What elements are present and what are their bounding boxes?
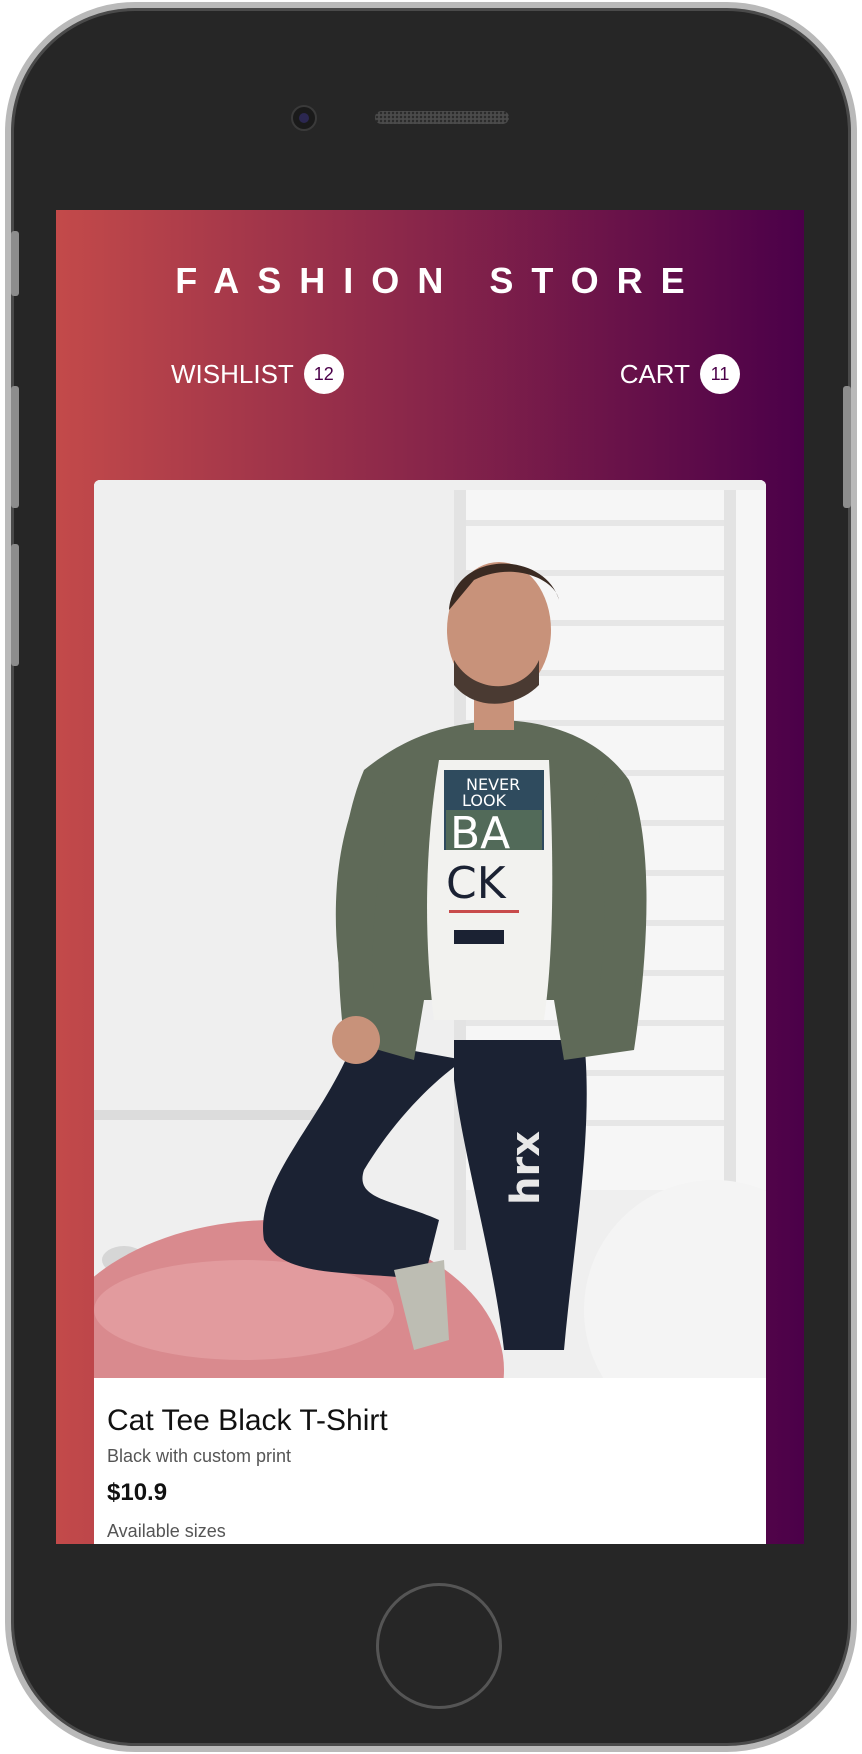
product-name: Cat Tee Black T-Shirt xyxy=(107,1404,388,1437)
store-title: FASHION STORE xyxy=(175,260,703,301)
power-button xyxy=(843,386,851,508)
wishlist-label: WISHLIST xyxy=(171,358,294,389)
wishlist-link[interactable]: WISHLIST 12 xyxy=(171,354,344,394)
shirt-print-line3: BA xyxy=(450,808,510,859)
cart-link[interactable]: CART 11 xyxy=(620,354,740,394)
cart-count-badge: 11 xyxy=(700,354,740,394)
home-button[interactable] xyxy=(376,1583,502,1709)
app-screen: FASHION STORE WISHLIST 12 CART 11 hrx NE… xyxy=(56,210,804,1544)
wishlist-count-badge: 12 xyxy=(303,354,344,394)
product-image[interactable]: hrx NEVER LOOK BA CK xyxy=(94,480,766,1378)
product-info: Cat Tee Black T-Shirt Black with custom … xyxy=(94,1378,766,1544)
volume-down-button xyxy=(11,544,19,666)
cart-label: CART xyxy=(619,358,690,389)
product-photo-icon: hrx NEVER LOOK BA CK xyxy=(94,480,766,1378)
sizes-label: Available sizes xyxy=(107,1521,226,1541)
front-camera-icon xyxy=(291,105,317,131)
shirt-print-line4: CK xyxy=(446,858,507,909)
mute-switch xyxy=(11,231,19,296)
pants-logo: hrx xyxy=(503,1131,549,1205)
product-card[interactable]: hrx NEVER LOOK BA CK Cat Tee Black T-Shi… xyxy=(94,480,766,1544)
product-price: $10.9 xyxy=(107,1479,168,1506)
product-description: Black with custom print xyxy=(107,1446,292,1466)
speaker-grille xyxy=(375,111,509,124)
volume-up-button xyxy=(11,386,19,508)
